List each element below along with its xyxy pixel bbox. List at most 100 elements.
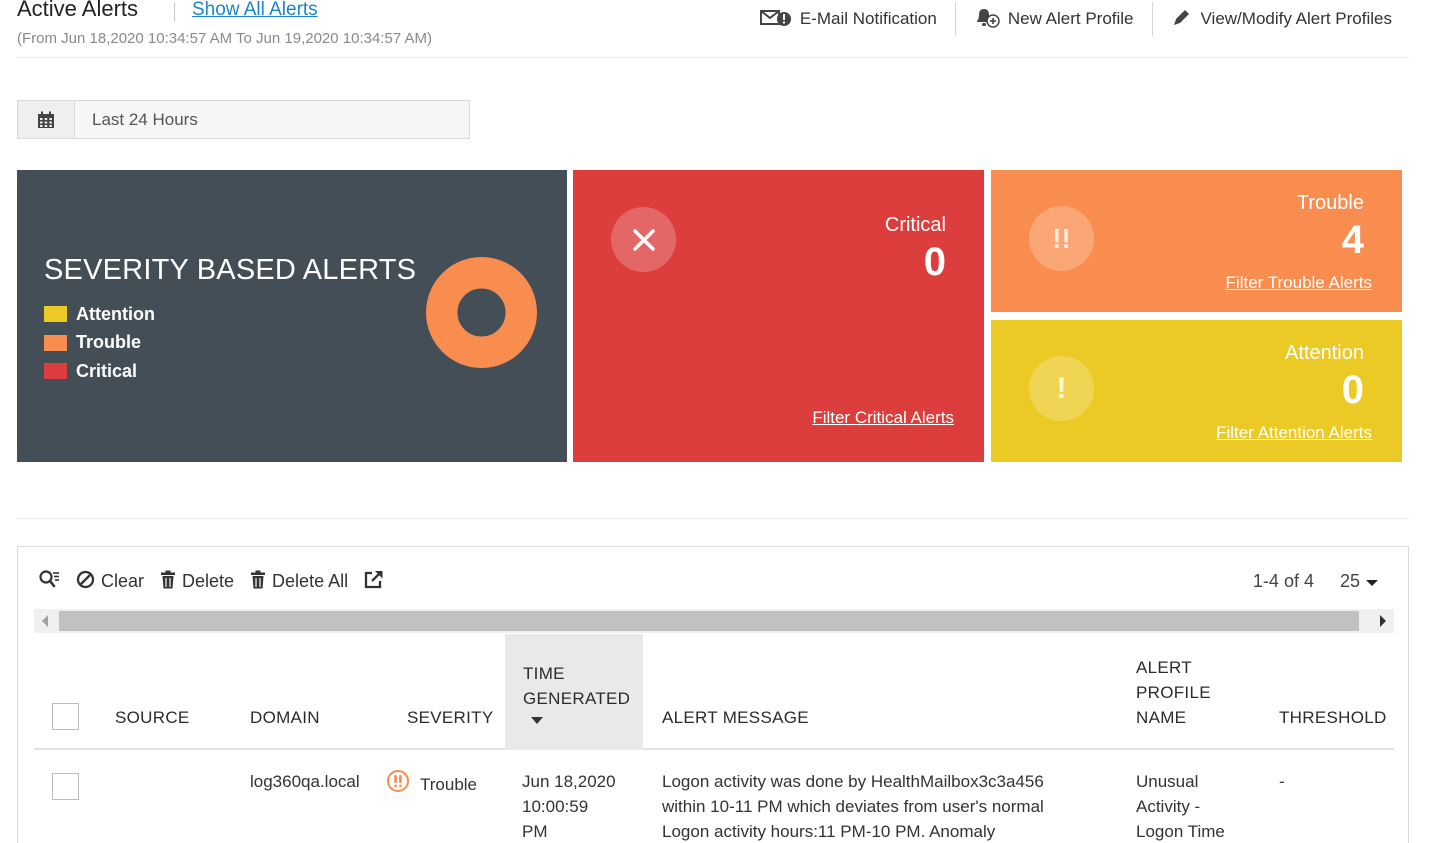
critical-label: Critical: [884, 214, 946, 236]
page-title: Active Alerts: [17, 0, 139, 21]
severity-based-alerts-panel: SEVERITY BASED ALERTS Attention Trouble …: [17, 170, 567, 462]
export-icon: [364, 570, 384, 594]
critical-count: 0: [923, 240, 946, 284]
view-modify-alert-profiles-button[interactable]: View/Modify Alert Profiles: [1153, 2, 1410, 36]
search-filter-icon: [38, 569, 60, 594]
delete-button[interactable]: Delete: [160, 570, 234, 594]
trash-icon: [250, 570, 266, 594]
email-alert-icon: [759, 7, 792, 32]
legend-item-trouble: Trouble: [44, 329, 155, 358]
cell-alert-message: Logon activity was done by HealthMailbox…: [662, 769, 1044, 843]
cell-time-generated: Jun 18,2020 10:00:59 PM: [522, 769, 616, 843]
column-alert-message[interactable]: ALERT MESSAGE: [662, 705, 809, 730]
legend-item-critical: Critical: [44, 357, 155, 386]
filter-critical-alerts-link[interactable]: Filter Critical Alerts: [812, 408, 954, 428]
trouble-severity-icon: [386, 769, 410, 800]
column-domain[interactable]: DOMAIN: [250, 705, 320, 730]
filter-attention-alerts-link[interactable]: Filter Attention Alerts: [1216, 423, 1372, 443]
delete-label: Delete: [182, 571, 235, 591]
date-range-label: Last 24 Hours: [92, 109, 198, 129]
cell-alert-profile-name: Unusual Activity - Logon Time: [1136, 769, 1225, 843]
cell-profile-line3: Logon Time: [1136, 822, 1225, 841]
header-divider-line: [17, 57, 1409, 58]
column-alert-profile-line1: ALERT: [1136, 658, 1192, 677]
cell-threshold: -: [1279, 772, 1285, 791]
column-time-generated[interactable]: TIME GENERATED: [523, 661, 630, 724]
date-range-picker[interactable]: Last 24 Hours: [17, 100, 470, 139]
trash-icon: [160, 570, 176, 594]
legend-swatch-attention: [44, 306, 67, 323]
legend-item-attention: Attention: [44, 300, 155, 329]
scrollbar-thumb[interactable]: [59, 611, 1359, 631]
cell-time-line1: Jun 18,2020: [522, 772, 616, 791]
caret-down-icon: [1366, 571, 1378, 592]
donut-slice-trouble[interactable]: [426, 257, 537, 368]
new-alert-profile-button[interactable]: New Alert Profile: [956, 2, 1153, 36]
header-divider: [174, 2, 175, 22]
delete-all-label: Delete All: [272, 571, 349, 591]
delete-all-button[interactable]: Delete All: [250, 570, 348, 594]
cell-domain: log360qa.local: [250, 772, 360, 791]
pencil-icon: [1171, 6, 1193, 33]
cell-message-line3: Logon activity hours:11 PM-10 PM. Anomal…: [662, 822, 996, 841]
cell-message-line1: Logon activity was done by HealthMailbox…: [662, 772, 1044, 791]
column-threshold[interactable]: THRESHOLD: [1279, 705, 1387, 730]
export-button[interactable]: [364, 570, 384, 594]
attention-label: Attention: [1285, 342, 1364, 364]
critical-alerts-card: Critical 0 Filter Critical Alerts: [573, 170, 984, 462]
legend-label-attention: Attention: [76, 303, 155, 324]
clear-button[interactable]: Clear: [76, 570, 144, 594]
column-time-generated-line2: GENERATED: [523, 689, 631, 708]
cell-time-line2: 10:00:59: [522, 797, 589, 816]
attention-alerts-card: ! Attention 0 Filter Attention Alerts: [991, 320, 1402, 462]
table-header: SOURCE DOMAIN SEVERITY TIME GENERATED AL…: [34, 634, 1394, 750]
select-all-checkbox[interactable]: [52, 703, 79, 730]
attention-count: 0: [1341, 368, 1364, 412]
cell-time-line3: PM: [522, 822, 548, 841]
legend-swatch-critical: [44, 363, 67, 380]
cell-profile-line1: Unusual: [1136, 772, 1199, 791]
new-alert-profile-icon: [974, 6, 1000, 33]
severity-donut-chart: [426, 257, 537, 368]
column-alert-profile-line3: NAME: [1136, 708, 1187, 727]
filter-trouble-alerts-link[interactable]: Filter Trouble Alerts: [1226, 273, 1372, 293]
scroll-left-arrow-icon[interactable]: [42, 615, 48, 627]
scroll-right-arrow-icon[interactable]: [1380, 615, 1386, 627]
search-filter-button[interactable]: [38, 569, 60, 594]
legend-label-critical: Critical: [76, 360, 138, 381]
column-source[interactable]: SOURCE: [115, 705, 190, 730]
x-icon: [611, 207, 676, 272]
horizontal-scrollbar[interactable]: [34, 609, 1394, 633]
trouble-alerts-card: !! Trouble 4 Filter Trouble Alerts: [991, 170, 1402, 312]
legend-swatch-trouble: [44, 334, 67, 351]
show-all-alerts-link[interactable]: Show All Alerts: [192, 0, 318, 21]
new-alert-profile-label: New Alert Profile: [1007, 9, 1134, 28]
grid-toolbar: Clear Delete Delete All: [38, 569, 384, 594]
cell-message-line2: within 10-11 PM which deviates from user…: [662, 797, 1044, 816]
email-notification-label: E-Mail Notification: [799, 9, 937, 28]
row-checkbox[interactable]: [52, 773, 79, 800]
view-modify-alert-profiles-label: View/Modify Alert Profiles: [1200, 9, 1392, 28]
column-alert-profile-line2: PROFILE: [1136, 683, 1211, 702]
cell-severity-label: Trouble: [420, 775, 478, 794]
pagination: 1-4 of 4 25: [1253, 571, 1378, 592]
column-severity[interactable]: SEVERITY: [407, 705, 493, 730]
alerts-grid: Clear Delete Delete All 1-4 of 4 25 SOUR…: [17, 546, 1409, 843]
trouble-count: 4: [1341, 218, 1364, 262]
severity-panel-title: SEVERITY BASED ALERTS: [44, 254, 417, 286]
section-divider: [17, 518, 1409, 519]
column-alert-profile-name[interactable]: ALERT PROFILE NAME: [1136, 655, 1211, 730]
double-exclamation-icon: !!: [1029, 206, 1094, 271]
clear-icon: [76, 570, 95, 594]
column-time-generated-line1: TIME: [523, 664, 565, 683]
clear-label: Clear: [101, 571, 145, 591]
table-row[interactable]: log360qa.local Trouble Jun 18,2020 10:00…: [34, 752, 1394, 843]
cell-profile-line2: Activity -: [1136, 797, 1201, 816]
exclamation-icon: !: [1029, 356, 1094, 421]
calendar-icon[interactable]: [18, 101, 75, 138]
email-notification-button[interactable]: E-Mail Notification: [742, 2, 956, 36]
page-size-dropdown[interactable]: 25: [1340, 571, 1378, 592]
sort-descending-icon: [531, 717, 543, 724]
trouble-label: Trouble: [1296, 192, 1364, 214]
page-size-value: 25: [1339, 571, 1360, 591]
